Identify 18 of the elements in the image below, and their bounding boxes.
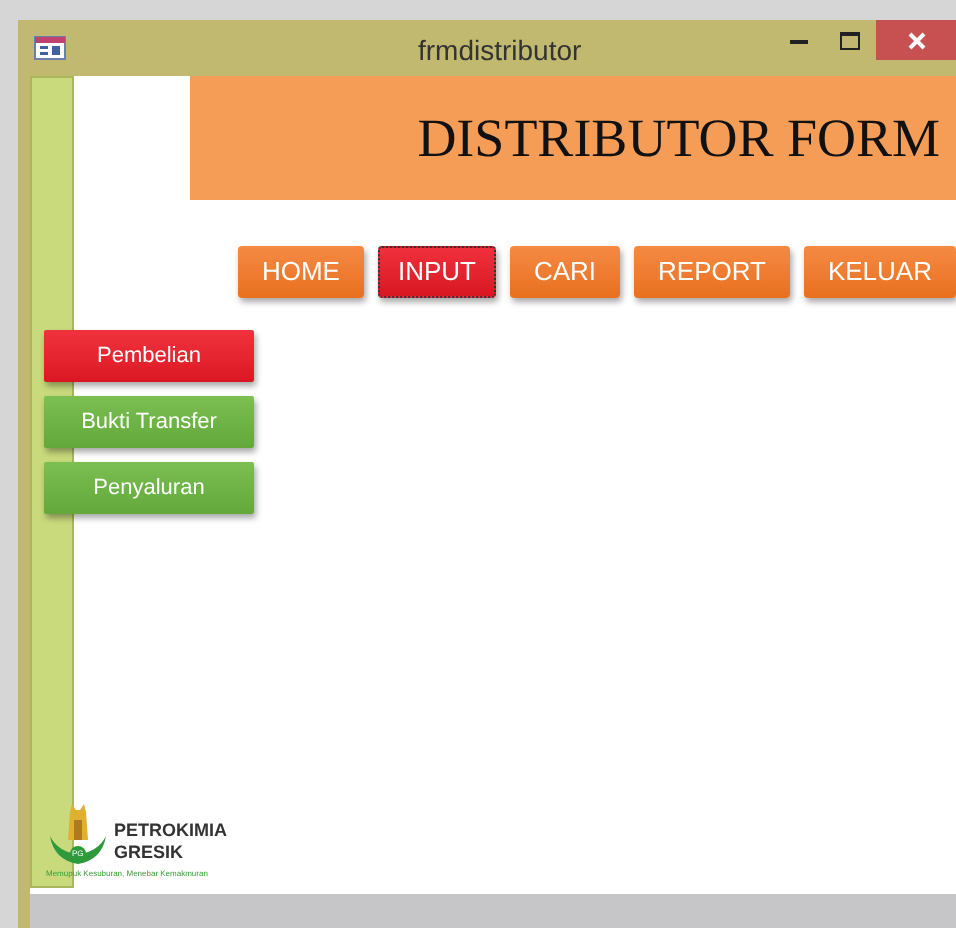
nav-button[interactable]: HOME (237, 246, 364, 298)
form-icon (34, 36, 66, 60)
logo-name: PETROKIMIA (114, 820, 228, 842)
close-button[interactable] (876, 20, 956, 60)
logo-emblem-icon (46, 800, 110, 868)
nav-button[interactable]: KELUAR (803, 246, 956, 298)
minimize-icon (789, 37, 807, 43)
nav-button[interactable]: REPORT (634, 246, 790, 298)
side-menu-button[interactable]: Bukti Transfer (44, 396, 254, 448)
side-menu-button[interactable]: Pembelian (44, 330, 254, 382)
side-menu-button[interactable]: Penyaluran (44, 462, 254, 514)
window-title: frmdistributor (418, 32, 582, 70)
nav-button[interactable]: CARI (509, 246, 621, 298)
nav-button[interactable]: INPUT (377, 246, 496, 298)
maximize-icon (840, 31, 860, 49)
close-icon (907, 31, 925, 49)
logo-name: GRESIK (114, 842, 186, 864)
header-title: DISTRIBUTOR FORM (417, 105, 940, 172)
